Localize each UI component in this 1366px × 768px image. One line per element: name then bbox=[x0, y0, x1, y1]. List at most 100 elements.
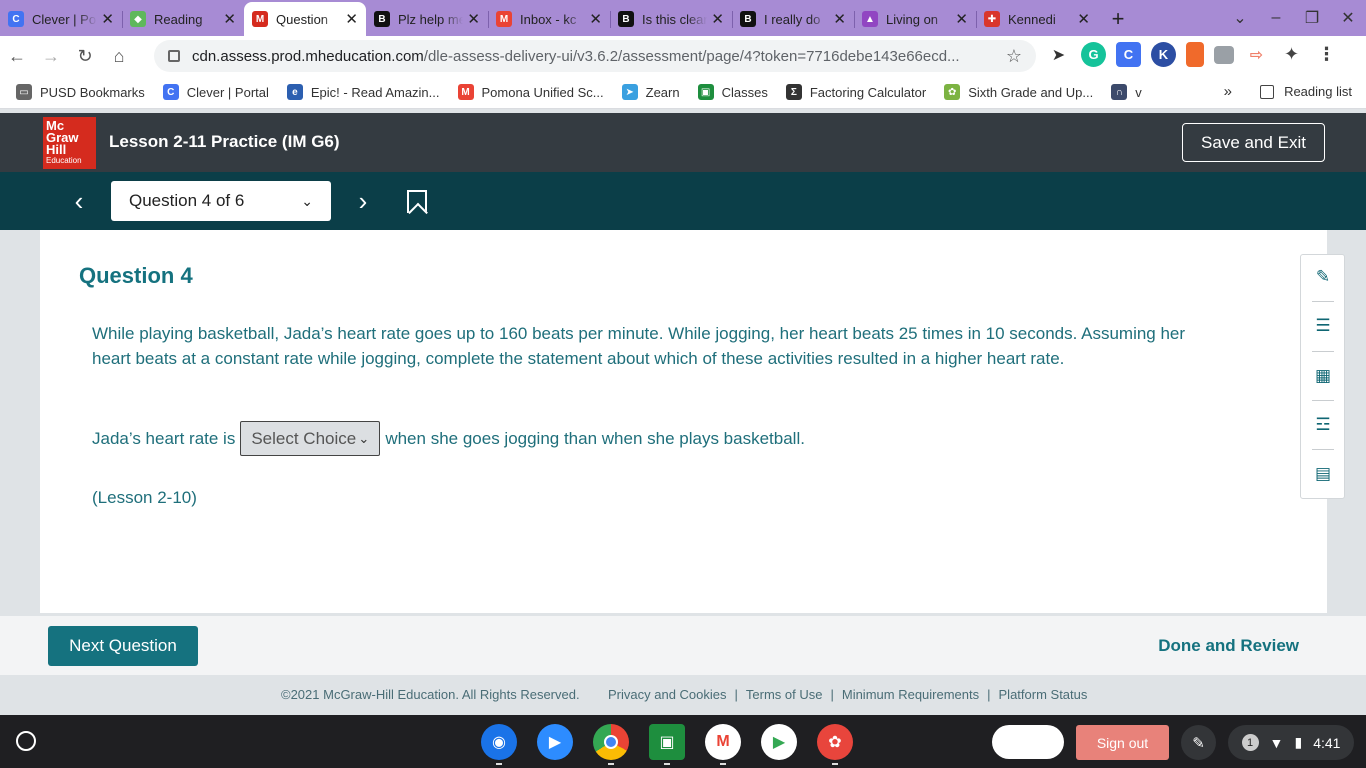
chrome-icon[interactable] bbox=[593, 724, 629, 765]
browser-tab[interactable]: B Is this clear ✕ bbox=[610, 2, 732, 36]
legal-link[interactable]: Platform Status bbox=[999, 687, 1088, 702]
done-and-review-link[interactable]: Done and Review bbox=[1158, 636, 1299, 656]
browser-tab[interactable]: M Inbox - kc ✕ bbox=[488, 2, 610, 36]
browser-menu-icon[interactable]: ⋮ bbox=[1314, 42, 1339, 67]
highlighter-icon[interactable]: ✎ bbox=[1312, 266, 1334, 288]
close-tab-icon[interactable]: ✕ bbox=[101, 10, 114, 28]
bookmark-item[interactable]: ∩ v bbox=[1111, 84, 1142, 100]
video-app-icon[interactable]: ▶ bbox=[537, 724, 573, 760]
orange-extension-icon[interactable] bbox=[1186, 42, 1204, 67]
bookmark-label: v bbox=[1135, 84, 1142, 100]
tab-favicon-icon: ▲ bbox=[862, 11, 878, 27]
shelf-apps: ◉ ▶ ▣ M ▶ ✿ bbox=[481, 724, 853, 765]
tab-title: Question bbox=[276, 11, 329, 27]
read-aloud-icon[interactable]: ▤ bbox=[1312, 463, 1334, 485]
clever-extension-icon[interactable]: C bbox=[1116, 42, 1141, 67]
browser-tab[interactable]: B Plz help me ✕ bbox=[366, 2, 488, 36]
kami-extension-icon[interactable]: K bbox=[1151, 42, 1176, 67]
browser-tab[interactable]: C Clever | Portal✕ bbox=[0, 2, 122, 36]
bookmark-label: Pomona Unified Sc... bbox=[481, 84, 604, 100]
screenshot-extension-icon[interactable] bbox=[1214, 45, 1234, 64]
window-controls: ⌄ – ❐ ✕ bbox=[1222, 0, 1366, 36]
eye-app-icon[interactable]: ◉ bbox=[481, 724, 517, 765]
bookmark-item[interactable]: ▭ PUSD Bookmarks bbox=[16, 84, 145, 100]
close-tab-icon[interactable]: ✕ bbox=[1077, 10, 1090, 28]
browser-tab[interactable]: B I really do ✕ bbox=[732, 2, 854, 36]
record-extension-icon[interactable]: ⇨ bbox=[1244, 42, 1269, 67]
bookmark-question-icon[interactable] bbox=[407, 190, 427, 213]
previous-question-icon[interactable]: ‹ bbox=[64, 186, 94, 216]
tab-search-icon[interactable]: ⌄ bbox=[1222, 8, 1258, 28]
new-tab-icon[interactable]: + bbox=[1098, 2, 1138, 36]
legal-link[interactable]: Privacy and Cookies bbox=[608, 687, 727, 702]
launcher-icon[interactable] bbox=[16, 731, 36, 751]
legal-link[interactable]: Minimum Requirements bbox=[842, 687, 979, 702]
tab-favicon-icon: B bbox=[740, 11, 756, 27]
reading-list-label: Reading list bbox=[1284, 84, 1352, 99]
browser-tab[interactable]: ✚ Kennedi ✕ bbox=[976, 2, 1098, 36]
question-prompt: While playing basketball, Jada’s heart r… bbox=[92, 324, 1186, 368]
close-tab-icon[interactable]: ✕ bbox=[955, 10, 968, 28]
extensions-puzzle-icon[interactable]: ✦ bbox=[1279, 42, 1304, 67]
restore-icon[interactable]: ❐ bbox=[1294, 8, 1330, 28]
bookmark-item[interactable]: Σ Factoring Calculator bbox=[785, 84, 926, 100]
status-tray[interactable]: 1 ▼ ▮ 4:41 bbox=[1228, 725, 1354, 760]
bookmark-star-icon[interactable]: ☆ bbox=[1006, 46, 1022, 67]
close-tab-icon[interactable]: ✕ bbox=[345, 10, 358, 28]
legal-links: Privacy and Cookies | Terms of Use | Minimum… bbox=[608, 687, 1087, 702]
link-separator: | bbox=[830, 687, 834, 702]
close-tab-icon[interactable]: ✕ bbox=[711, 10, 724, 28]
reload-icon[interactable]: ↻ bbox=[68, 39, 102, 73]
question-selector[interactable]: Question 4 of 6 ⌄ bbox=[111, 181, 331, 221]
answer-statement: Jada’s heart rate is Select Choice ⌄ whe… bbox=[92, 421, 805, 456]
home-icon[interactable]: ⌂ bbox=[102, 39, 136, 73]
cursor-extension-icon[interactable]: ➤ bbox=[1046, 42, 1071, 67]
close-window-icon[interactable]: ✕ bbox=[1330, 8, 1366, 28]
back-icon[interactable]: ← bbox=[0, 39, 34, 73]
stylus-icon[interactable]: ✎ bbox=[1181, 725, 1216, 760]
forward-icon[interactable]: → bbox=[34, 39, 68, 73]
reading-list-button[interactable]: Reading list bbox=[1260, 84, 1352, 99]
answer-select[interactable]: Select Choice ⌄ bbox=[240, 421, 381, 456]
os-shelf: ◉ ▶ ▣ M ▶ ✿ Sign out ✎ 1 ▼ ▮ 4:41 bbox=[0, 715, 1366, 768]
close-tab-icon[interactable]: ✕ bbox=[833, 10, 846, 28]
tab-favicon-icon: M bbox=[252, 11, 268, 27]
browser-tab[interactable]: M Question ✕ bbox=[244, 2, 366, 36]
bookmark-icon: e bbox=[286, 84, 303, 100]
bookmark-icon: ▣ bbox=[697, 84, 714, 100]
bookmark-item[interactable]: ➤ Zearn bbox=[621, 84, 680, 100]
browser-tab[interactable]: ▲ Living on ✕ bbox=[854, 2, 976, 36]
legal-link[interactable]: Terms of Use bbox=[746, 687, 823, 702]
grammarly-icon[interactable]: G bbox=[1081, 42, 1106, 67]
minimize-icon[interactable]: – bbox=[1258, 9, 1294, 27]
site-info-icon[interactable] bbox=[168, 50, 180, 62]
sign-out-button[interactable]: Sign out bbox=[1076, 725, 1169, 760]
tools-panel: ✎ ☰ ▦ ☲ ▤ bbox=[1300, 254, 1345, 499]
tab-title: Inbox - kc bbox=[520, 11, 577, 27]
browser-toolbar: ← → ↻ ⌂ cdn.assess.prod.mheducation.com/… bbox=[0, 36, 1366, 76]
bookmark-item[interactable]: ▣ Classes bbox=[697, 84, 768, 100]
bookmark-item[interactable]: ✿ Sixth Grade and Up... bbox=[944, 84, 1093, 100]
bookmark-item[interactable]: C Clever | Portal bbox=[162, 84, 269, 100]
next-question-button[interactable]: Next Question bbox=[48, 626, 198, 666]
bookmark-item[interactable]: e Epic! - Read Amazin... bbox=[286, 84, 440, 100]
calculator-icon[interactable]: ▦ bbox=[1312, 365, 1334, 387]
line-reader-icon[interactable]: ☲ bbox=[1312, 414, 1334, 436]
notepad-icon[interactable]: ☰ bbox=[1312, 315, 1334, 337]
url-text[interactable]: cdn.assess.prod.mheducation.com/dle-asse… bbox=[192, 48, 1006, 65]
gmail-icon[interactable]: M bbox=[705, 724, 741, 765]
link-separator: | bbox=[987, 687, 991, 702]
bookmark-item[interactable]: M Pomona Unified Sc... bbox=[457, 84, 604, 100]
bookmarks-overflow-icon[interactable]: » bbox=[1224, 83, 1232, 100]
tab-favicon-icon: B bbox=[374, 11, 390, 27]
close-tab-icon[interactable]: ✕ bbox=[589, 10, 602, 28]
address-bar[interactable]: cdn.assess.prod.mheducation.com/dle-asse… bbox=[154, 40, 1036, 72]
browser-tab[interactable]: ◆ Reading ✕ bbox=[122, 2, 244, 36]
classroom-icon[interactable]: ▣ bbox=[649, 724, 685, 765]
save-and-exit-button[interactable]: Save and Exit bbox=[1182, 123, 1325, 162]
close-tab-icon[interactable]: ✕ bbox=[223, 10, 236, 28]
paint-app-icon[interactable]: ✿ bbox=[817, 724, 853, 765]
play-store-icon[interactable]: ▶ bbox=[761, 724, 797, 760]
close-tab-icon[interactable]: ✕ bbox=[467, 10, 480, 28]
next-question-icon[interactable]: › bbox=[348, 186, 378, 216]
